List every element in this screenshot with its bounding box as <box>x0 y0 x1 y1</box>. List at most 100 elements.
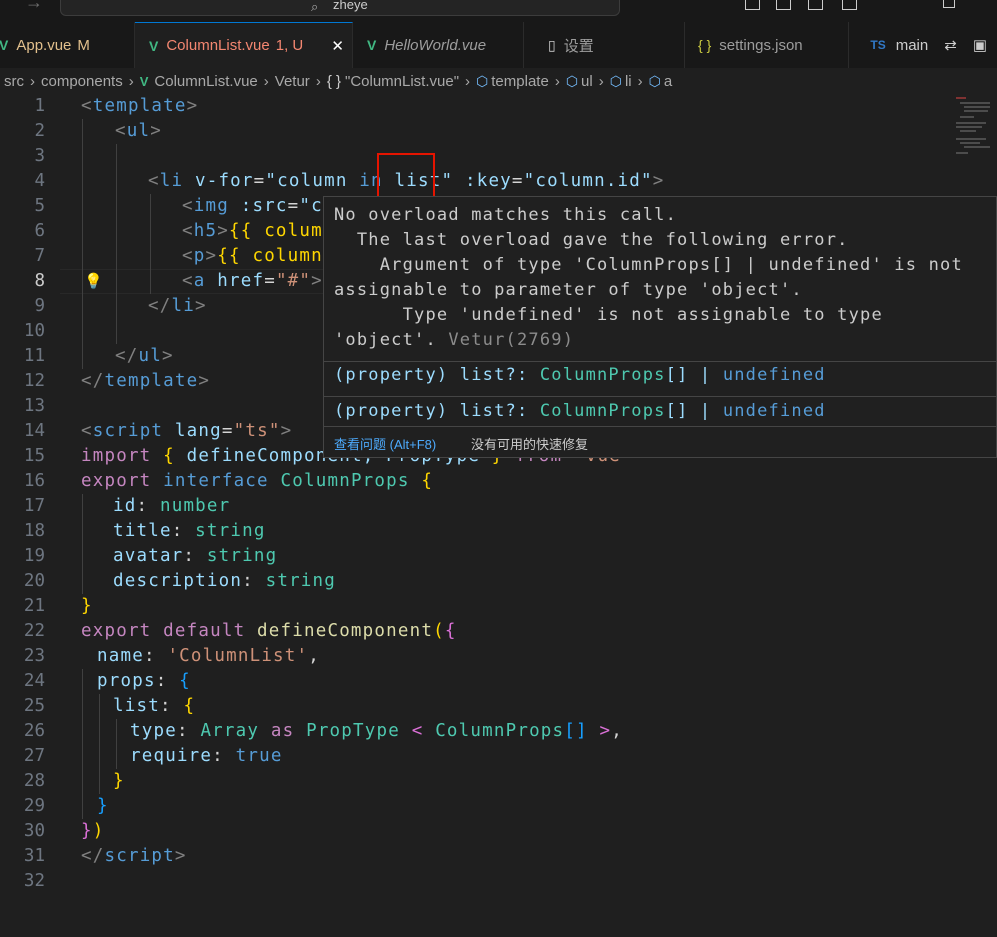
minimap-line <box>960 130 976 132</box>
tab-label: 设置 <box>563 37 594 55</box>
minimap[interactable] <box>950 94 995 164</box>
token: </ <box>81 371 105 391</box>
token: < <box>81 421 93 441</box>
close-icon[interactable]: ✕ <box>331 37 344 55</box>
breadcrumb-item[interactable]: template <box>491 73 549 90</box>
line-number: 14 <box>23 421 45 441</box>
minimap-line <box>964 146 990 148</box>
line-number: 29 <box>23 796 45 816</box>
token: h5 <box>193 221 218 241</box>
toggle-panel-icon[interactable] <box>776 0 791 10</box>
tab-label: HelloWorld.vue <box>384 36 487 54</box>
split-editor-icon[interactable]: ▣ <box>973 36 987 54</box>
minimap-line <box>956 152 968 154</box>
code-line: 26 type: Array as PropType < ColumnProps[… <box>0 719 997 744</box>
token: > <box>280 421 293 441</box>
sig-part: (property) list?: <box>334 401 540 421</box>
line-number: 27 <box>23 746 45 766</box>
token: require <box>130 746 213 766</box>
breadcrumb-item[interactable]: li <box>625 73 632 90</box>
token: title <box>113 521 172 541</box>
token: > <box>174 846 187 866</box>
toggle-secondary-sidebar-icon[interactable] <box>808 0 823 10</box>
token: > <box>652 171 665 191</box>
tab-status: M <box>77 36 90 54</box>
token: < <box>81 96 93 116</box>
code-line: 19 avatar: string <box>0 544 997 569</box>
code-line: 1 <template> <box>0 94 997 119</box>
minimap-line <box>956 126 982 128</box>
token: } <box>97 796 109 816</box>
tab-app-vue[interactable]: V App.vue M <box>0 22 135 68</box>
code-text: <h5>{{ colum <box>182 219 323 244</box>
token: "column.id" <box>523 171 653 191</box>
tab-settings[interactable]: ▯ 设置 <box>524 22 685 68</box>
code-text: } <box>81 594 93 619</box>
token: } <box>81 821 93 841</box>
tab-settings-json[interactable]: { } settings.json <box>685 22 849 68</box>
token: ul <box>138 346 162 366</box>
lightbulb-icon[interactable]: 💡 <box>84 272 103 290</box>
tab-helloworld-vue[interactable]: V HelloWorld.vue <box>353 22 524 68</box>
code-line: 2 <ul> <box>0 119 997 144</box>
token: : <box>143 646 168 666</box>
breadcrumb-item[interactable]: Vetur <box>275 73 310 90</box>
token: export <box>81 621 152 641</box>
minimap-line <box>960 116 974 118</box>
token: : <box>159 696 184 716</box>
line-number: 7 <box>34 246 45 266</box>
token: : <box>136 496 160 516</box>
toggle-sidebar-icon[interactable] <box>745 0 760 10</box>
command-center-search[interactable]: ⌕ zheye <box>60 0 620 16</box>
code-text: </li> <box>148 294 207 319</box>
chevron-right-icon: › <box>128 72 134 90</box>
cube-icon: ⬡ <box>565 72 579 89</box>
search-icon: ⌕ <box>311 0 319 14</box>
code-line: 30}) <box>0 819 997 844</box>
token: img <box>193 196 229 216</box>
compare-changes-icon[interactable]: ⇄ <box>944 36 957 54</box>
code-text: } <box>97 794 109 819</box>
token: list <box>113 696 160 716</box>
breadcrumb-item[interactable]: components <box>41 73 123 90</box>
vue-icon: V <box>367 37 377 53</box>
divider <box>324 396 996 397</box>
token: li <box>171 296 195 316</box>
token: " <box>441 171 454 191</box>
token: { <box>421 471 434 491</box>
breadcrumb-item[interactable]: ul <box>581 73 593 90</box>
minimap-line <box>960 102 990 104</box>
error-message: No overload matches this call. The last … <box>334 203 963 353</box>
customize-layout-icon[interactable] <box>842 0 857 10</box>
search-text: zheye <box>333 0 368 12</box>
minimap-line <box>960 142 980 144</box>
tab-columnlist-vue[interactable]: V ColumnList.vue 1, U ✕ <box>135 22 353 68</box>
view-problem-link[interactable]: 查看问题 (Alt+F8) <box>334 434 436 453</box>
code-text: <p>{{ column <box>182 244 323 269</box>
chevron-right-icon: › <box>315 72 321 90</box>
breadcrumb-item[interactable]: ColumnList.vue <box>154 73 257 90</box>
branch-label[interactable]: main <box>896 37 929 54</box>
breadcrumb-item[interactable]: src <box>4 73 24 90</box>
breadcrumb-item[interactable]: a <box>664 73 672 90</box>
token: as <box>259 721 307 741</box>
line-number: 13 <box>23 396 45 416</box>
forward-arrow-icon[interactable]: → <box>25 0 43 13</box>
maximize-window-icon[interactable] <box>943 0 955 8</box>
breadcrumb-item[interactable]: "ColumnList.vue" <box>345 73 459 90</box>
code-text: name: 'ColumnList', <box>97 644 320 669</box>
token: "ts" <box>233 421 281 441</box>
signature-line: (property) list?: ColumnProps[] | undefi… <box>334 398 826 424</box>
token: "column <box>265 171 360 191</box>
line-number: 23 <box>23 646 45 666</box>
token: template <box>104 371 199 391</box>
token: li <box>159 171 184 191</box>
error-source: Vetur(2769) <box>448 330 575 350</box>
code-line: 18 title: string <box>0 519 997 544</box>
token: </ <box>81 846 105 866</box>
error-line: assignable to parameter of type 'object'… <box>334 280 803 300</box>
token: < <box>182 221 194 241</box>
code-line: 23 name: 'ColumnList', <box>0 644 997 669</box>
token: number <box>159 496 231 516</box>
